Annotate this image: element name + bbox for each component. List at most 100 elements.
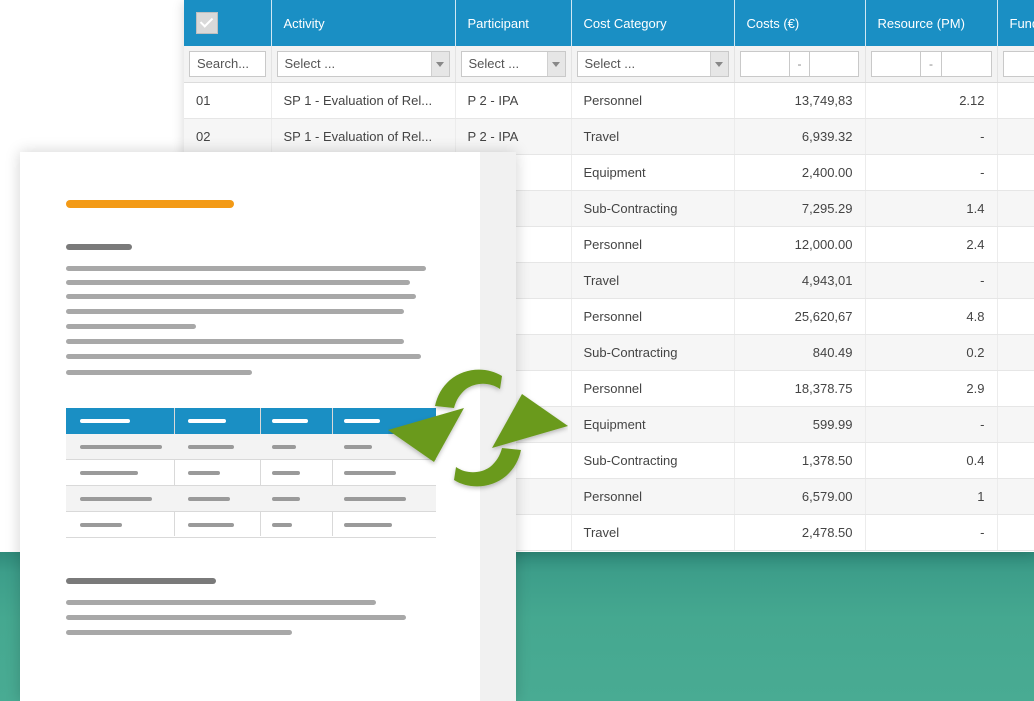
resource-range-filter: - [870, 51, 992, 77]
funding-cell [997, 262, 1034, 299]
funding-filter-input[interactable] [1002, 51, 1034, 77]
sync-icon [388, 369, 568, 487]
column-header-cost-category[interactable]: Cost Category [571, 0, 735, 46]
resource-cell: 0.4 [865, 442, 998, 479]
text-line [66, 309, 404, 314]
funding-cell [997, 370, 1034, 407]
mini-table-row [66, 434, 436, 460]
cell-line [80, 471, 138, 475]
funding-cell [997, 118, 1034, 155]
costs-cell: 1,378.50 [734, 442, 866, 479]
participant-cell: P 2 - IPA [455, 118, 572, 155]
range-separator: - [921, 51, 941, 77]
resource-cell: 0.2 [865, 334, 998, 371]
cost-category-cell: Equipment [571, 406, 735, 443]
header-line [188, 419, 226, 423]
cell-line [272, 523, 292, 527]
resource-cell: 2.4 [865, 226, 998, 263]
costs-cell: 4,943,01 [734, 262, 866, 299]
resource-filter-cell: - [865, 46, 998, 83]
mini-table-row [66, 486, 436, 512]
funding-cell [997, 298, 1034, 335]
funding-cell [997, 226, 1034, 263]
text-line [66, 615, 406, 620]
cost-category-cell: Travel [571, 262, 735, 299]
costs-cell: 6,579.00 [734, 478, 866, 515]
costs-range-filter: - [739, 51, 860, 77]
cost-category-cell: Personnel [571, 370, 735, 407]
costs-filter-cell: - [734, 46, 866, 83]
cell-line [272, 445, 296, 449]
search-filter-cell: Search... [184, 46, 272, 83]
search-input[interactable]: Search... [189, 51, 266, 77]
cell-line [80, 523, 122, 527]
costs-cell: 13,749,83 [734, 82, 866, 119]
dropdown-arrow-icon[interactable] [551, 62, 560, 67]
activity-select[interactable]: Select ... [276, 51, 450, 77]
resource-min-input[interactable] [870, 51, 922, 77]
cell-line [344, 523, 392, 527]
resource-max-input[interactable] [940, 51, 992, 77]
category-select-value: Select ... [584, 56, 636, 71]
document-heading-bar [66, 244, 132, 250]
document-title-bar [66, 200, 234, 208]
column-header-funding[interactable]: Fundi [997, 0, 1034, 46]
activity-cell: SP 1 - Evaluation of Rel... [271, 118, 456, 155]
costs-cell: 25,620,67 [734, 298, 866, 335]
column-header-activity[interactable]: Activity [271, 0, 456, 46]
text-line [66, 600, 376, 605]
header-line [80, 419, 130, 423]
participant-select[interactable]: Select ... [460, 51, 566, 77]
resource-cell: 1 [865, 478, 998, 515]
costs-cell: 12,000.00 [734, 226, 866, 263]
cost-category-cell: Personnel [571, 82, 735, 119]
resource-cell: - [865, 154, 998, 191]
category-select[interactable]: Select ... [576, 51, 729, 77]
funding-cell [997, 406, 1034, 443]
cell-line [188, 471, 220, 475]
cell-line [80, 445, 162, 449]
cell-line [188, 445, 234, 449]
activity-select-value: Select ... [284, 56, 336, 71]
checkbox-icon[interactable] [196, 12, 218, 34]
resource-cell: 4.8 [865, 298, 998, 335]
costs-cell: 6,939.32 [734, 118, 866, 155]
column-header-participant[interactable]: Participant [455, 0, 572, 46]
dropdown-arrow-icon[interactable] [435, 62, 444, 67]
cost-category-cell: Personnel [571, 298, 735, 335]
table-row[interactable]: 02 SP 1 - Evaluation of Rel... P 2 - IPA Tr… [184, 118, 1034, 155]
cost-category-cell: Sub-Contracting [571, 442, 735, 479]
cost-category-cell: Sub-Contracting [571, 190, 735, 227]
funding-filter-cell [997, 46, 1034, 83]
text-line [66, 266, 426, 271]
participant-select-value: Select ... [468, 56, 520, 71]
text-line [66, 370, 252, 375]
filter-row: Search... Select ... Select ... Select .… [184, 46, 1034, 83]
table-header-row: Activity Participant Cost Category Costs… [184, 0, 1034, 46]
category-filter-cell: Select ... [571, 46, 735, 83]
funding-cell [997, 82, 1034, 119]
activity-cell: SP 1 - Evaluation of Rel... [271, 82, 456, 119]
row-index: 02 [184, 118, 272, 155]
participant-filter-cell: Select ... [455, 46, 572, 83]
table-row[interactable]: 01 SP 1 - Evaluation of Rel... P 2 - IPA Pe… [184, 82, 1034, 119]
column-header-resource[interactable]: Resource (PM) [865, 0, 998, 46]
funding-cell [997, 334, 1034, 371]
cost-category-cell: Sub-Contracting [571, 334, 735, 371]
cell-line [344, 497, 406, 501]
costs-max-input[interactable] [809, 51, 860, 77]
costs-min-input[interactable] [739, 51, 790, 77]
costs-cell: 599.99 [734, 406, 866, 443]
resource-cell: 2.12 [865, 82, 998, 119]
costs-cell: 2,400.00 [734, 154, 866, 191]
row-index: 01 [184, 82, 272, 119]
funding-cell [997, 190, 1034, 227]
cell-line [80, 497, 152, 501]
column-header-costs[interactable]: Costs (€) [734, 0, 866, 46]
costs-cell: 840.49 [734, 334, 866, 371]
costs-cell: 18,378.75 [734, 370, 866, 407]
text-line [66, 324, 196, 329]
select-all-header[interactable] [184, 0, 272, 46]
dropdown-arrow-icon[interactable] [714, 62, 723, 67]
funding-cell [997, 154, 1034, 191]
